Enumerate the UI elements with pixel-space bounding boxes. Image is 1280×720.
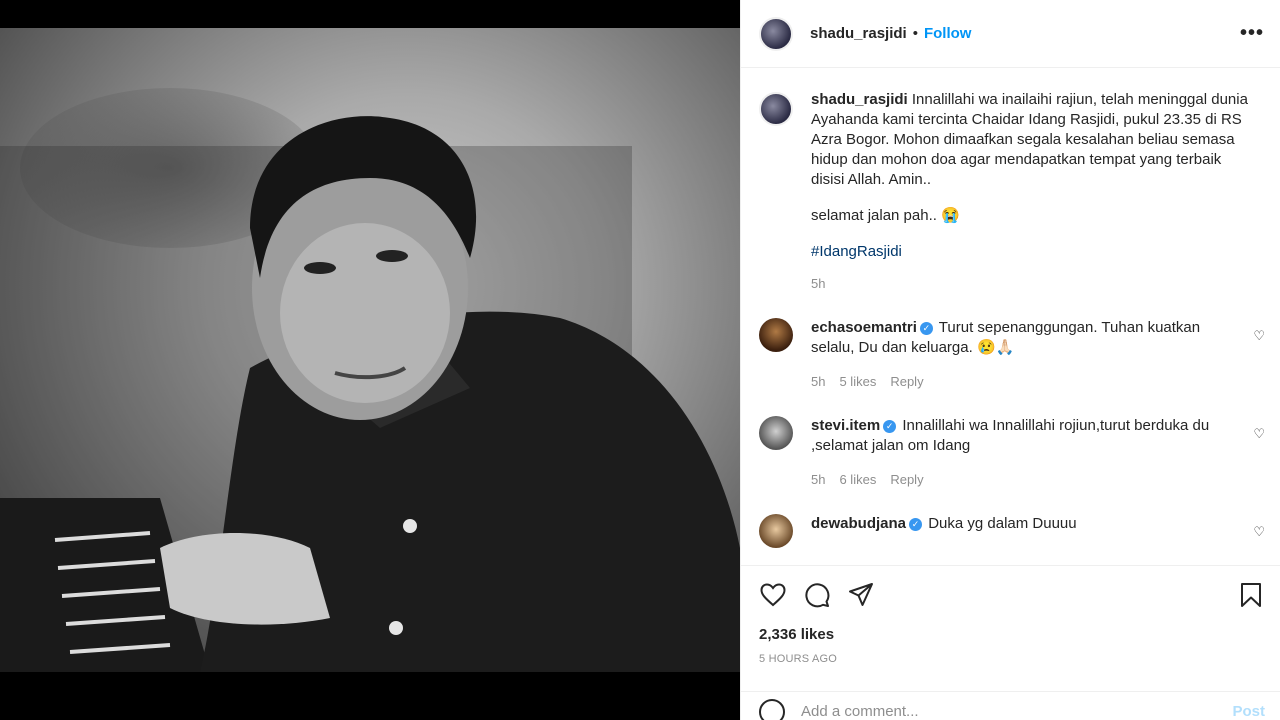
portrait-illustration [0, 116, 740, 672]
caption-body: shadu_rasjidi Innalillahi wa inailaihi r… [811, 90, 1251, 294]
post-photo[interactable] [0, 28, 740, 672]
comment-item: stevi.item ✓ Innalillahi wa Innalillahi r… [759, 416, 1265, 490]
verified-badge-icon: ✓ [909, 518, 923, 531]
commenter-username[interactable]: dewabudjana [811, 515, 906, 532]
comment-meta: 5h 6 likes Reply [811, 470, 1231, 490]
post-caption: shadu_rasjidi Innalillahi wa inailaihi r… [759, 68, 1265, 294]
comment-likes[interactable]: 5 likes [839, 372, 876, 392]
commenter-username[interactable]: echasoemantri [811, 319, 917, 336]
author-username[interactable]: shadu_rasjidi [810, 25, 907, 42]
verified-badge-icon: ✓ [919, 322, 933, 335]
caption-username[interactable]: shadu_rasjidi [811, 91, 908, 108]
commenter-avatar[interactable] [759, 318, 793, 352]
follow-button[interactable]: Follow [924, 25, 972, 42]
caption-avatar[interactable] [759, 92, 793, 126]
comment-bubble-icon[interactable] [803, 581, 831, 609]
bookmark-icon[interactable] [1237, 581, 1265, 609]
caption-extra: selamat jalan pah.. 😭 [811, 207, 960, 224]
commenter-avatar[interactable] [759, 416, 793, 450]
action-icons-row [759, 566, 1265, 624]
commenter-avatar[interactable] [759, 514, 793, 548]
post-comment-button[interactable]: Post [1232, 703, 1265, 720]
comment-input[interactable] [801, 703, 1201, 720]
post-sidebar: shadu_rasjidi • Follow ••• shadu_rasjidi… [740, 0, 1280, 720]
like-comment-heart-icon[interactable]: ♡ [1253, 426, 1265, 442]
comments-list[interactable]: shadu_rasjidi Innalillahi wa inailaihi r… [741, 68, 1280, 565]
post-media [0, 0, 740, 720]
header-separator: • [912, 25, 918, 42]
comment-item: dewabudjana ✓ Duka yg dalam Duuuu ♡ [759, 514, 1265, 548]
like-heart-icon[interactable] [759, 581, 787, 609]
add-comment-bar: Post [741, 691, 1280, 720]
verified-badge-icon: ✓ [883, 420, 897, 433]
caption-hashtag[interactable]: #IdangRasjidi [811, 242, 1251, 262]
like-comment-heart-icon[interactable]: ♡ [1253, 524, 1265, 540]
likes-count[interactable]: 2,336 likes [759, 626, 1265, 643]
post-actions: 2,336 likes 5 HOURS AGO Post [741, 565, 1280, 720]
comment-body: echasoemantri ✓ Turut sepenanggungan. Tuh… [811, 318, 1231, 392]
comment-text: Duka yg dalam Duuuu [928, 515, 1077, 532]
comment-body: stevi.item ✓ Innalillahi wa Innalillahi r… [811, 416, 1231, 490]
more-options-icon[interactable]: ••• [1240, 22, 1264, 45]
post-header: shadu_rasjidi • Follow ••• [741, 0, 1280, 68]
posted-time[interactable]: 5 HOURS AGO [759, 653, 1265, 665]
caption-time: 5h [811, 276, 826, 291]
share-plane-icon[interactable] [847, 581, 875, 609]
comment-time: 5h [811, 374, 826, 389]
like-comment-heart-icon[interactable]: ♡ [1253, 328, 1265, 344]
reply-button[interactable]: Reply [890, 470, 923, 490]
reply-button[interactable]: Reply [890, 372, 923, 392]
comment-likes[interactable]: 6 likes [839, 470, 876, 490]
commenter-username[interactable]: stevi.item [811, 417, 880, 434]
comment-body: dewabudjana ✓ Duka yg dalam Duuuu [811, 514, 1231, 548]
comment-item: echasoemantri ✓ Turut sepenanggungan. Tuh… [759, 318, 1265, 392]
comment-meta: 5h 5 likes Reply [811, 372, 1231, 392]
author-avatar[interactable] [759, 16, 793, 51]
emoji-smiley-icon[interactable] [759, 698, 785, 720]
comment-time: 5h [811, 472, 826, 487]
